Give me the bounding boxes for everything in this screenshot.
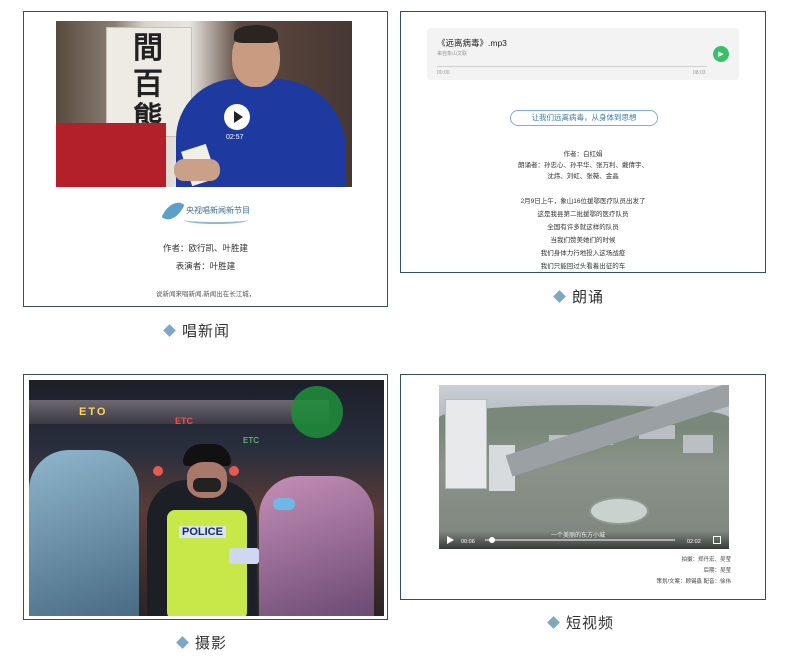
police-photo[interactable]: ETO ETC ETC POLICE [29, 380, 384, 616]
caption-label: 朗诵 [572, 289, 605, 306]
video-progress-track[interactable] [485, 539, 675, 541]
diamond-icon [547, 616, 560, 629]
poem-line: 沈炜、刘虹、张薇、金晶 [547, 173, 619, 180]
feather-icon [161, 197, 185, 225]
wave-decoration [184, 216, 248, 224]
performer-hand [174, 159, 220, 181]
city-video[interactable]: 00:06 一个美丽的东方小城 02:02 [439, 385, 729, 549]
card-short-video[interactable]: 00:06 一个美丽的东方小城 02:02 拍摄：郑丹宏、吴莹 后期：吴莹 策划… [400, 374, 766, 600]
poem-line: 2月9日上午，象山16位援鄂医疗队员出发了 [520, 198, 646, 205]
roundabout [589, 497, 649, 525]
toll-sign-yellow: ETO [79, 406, 108, 418]
caption-label: 摄影 [195, 635, 228, 652]
poem-line: 我们只能回过头看着出征的车 [540, 263, 626, 270]
diamond-icon [176, 636, 189, 649]
toll-sign-green: ETC [243, 436, 259, 445]
diamond-icon [553, 290, 566, 303]
video-duration: 02:57 [226, 134, 244, 141]
tall-building [445, 399, 487, 489]
caption-short-video: 短视频 [547, 612, 615, 633]
caption-recitation: 朗诵 [553, 286, 605, 307]
police-label: POLICE [179, 526, 226, 538]
poem-line: 这是我县第二批援鄂的医疗队员 [537, 211, 629, 218]
red-light [153, 466, 163, 476]
blue-face-mask [273, 498, 295, 510]
person-raincoat-right [259, 476, 374, 616]
credit-line: 策划/文案：顾锡鑫 配音：徐伟 [656, 579, 731, 585]
card-sing-news[interactable]: 間 百 態 02:57 央视唱新闻新节目 作者：欧行凯、叶胜建 表演者：叶胜建 … [23, 11, 388, 307]
poem-line: 朗诵者：孙忠心、孙平华、张万利、戴倩宇、 [518, 162, 648, 169]
audio-title: 《远离病毒》.mp3 [437, 38, 507, 48]
video-thumbnail-sing-news[interactable]: 間 百 態 02:57 [56, 21, 352, 187]
credit-line: 后期：吴莹 [703, 568, 731, 574]
audio-play-icon[interactable]: ▶ [713, 46, 729, 62]
credit-line: 拍摄：郑丹宏、吴莹 [681, 557, 731, 563]
authors-text: 作者：欧行凯、叶胜建 [162, 243, 248, 253]
badge-text: 央视唱新闻新节目 [186, 206, 250, 215]
red-cloth [56, 123, 166, 187]
video-progress-knob[interactable] [489, 537, 495, 543]
audio-time-end: 08:03 [693, 70, 706, 76]
face-mask [193, 478, 221, 492]
audio-source: 来自象山文联 [437, 51, 468, 57]
performer-hair [234, 25, 278, 43]
green-light-glow [291, 386, 343, 438]
red-light [229, 466, 239, 476]
audio-progress-track[interactable] [437, 66, 707, 67]
calligraphy-char-1: 間 [133, 31, 163, 66]
play-icon[interactable] [224, 104, 250, 130]
caption-sing-news: 唱新闻 [163, 320, 231, 341]
video-control-bar: 00:06 一个美丽的东方小城 02:02 [439, 531, 729, 549]
theme-pill: 让我们远离病毒，从身体到思想 [510, 110, 658, 126]
card-photography[interactable]: ETO ETC ETC POLICE [23, 374, 388, 620]
diamond-icon [163, 324, 176, 337]
calligraphy-char-2: 百 [133, 67, 163, 102]
caption-label: 短视频 [566, 615, 615, 632]
poem-line: 作者：白红娟 [563, 151, 603, 158]
performer-text: 表演者：叶胜建 [175, 261, 236, 271]
play-icon[interactable] [447, 536, 454, 544]
program-badge: 央视唱新闻新节目 [161, 197, 252, 226]
audio-player[interactable]: 《远离病毒》.mp3 来自象山文联 00:00 08:03 ▶ [427, 28, 739, 80]
audio-time-start: 00:00 [437, 70, 450, 76]
lyrics-snippet: 说新闻来唱新闻,新闻出在长江城， [156, 291, 256, 298]
caption-photography: 摄影 [176, 632, 228, 653]
caption-label: 唱新闻 [182, 323, 231, 340]
card-recitation[interactable]: 《远离病毒》.mp3 来自象山文联 00:00 08:03 ▶ 让我们远离病毒，… [400, 11, 766, 273]
poem-line: 当我们赞美她们的时候 [550, 237, 616, 244]
video-time-current: 00:06 [461, 539, 475, 545]
poem-line: 全国有许多就这样的队员 [547, 224, 619, 231]
toll-sign-red: ETC [175, 416, 193, 426]
video-subtitle: 一个美丽的东方小城 [551, 533, 606, 539]
video-time-total: 02:02 [687, 539, 701, 545]
poem-line: 我们身体力行地投入这场战疫 [540, 250, 626, 257]
fullscreen-icon[interactable] [713, 536, 721, 544]
building [683, 435, 713, 453]
person-raincoat-left [29, 450, 139, 616]
phone-screen [229, 548, 259, 564]
